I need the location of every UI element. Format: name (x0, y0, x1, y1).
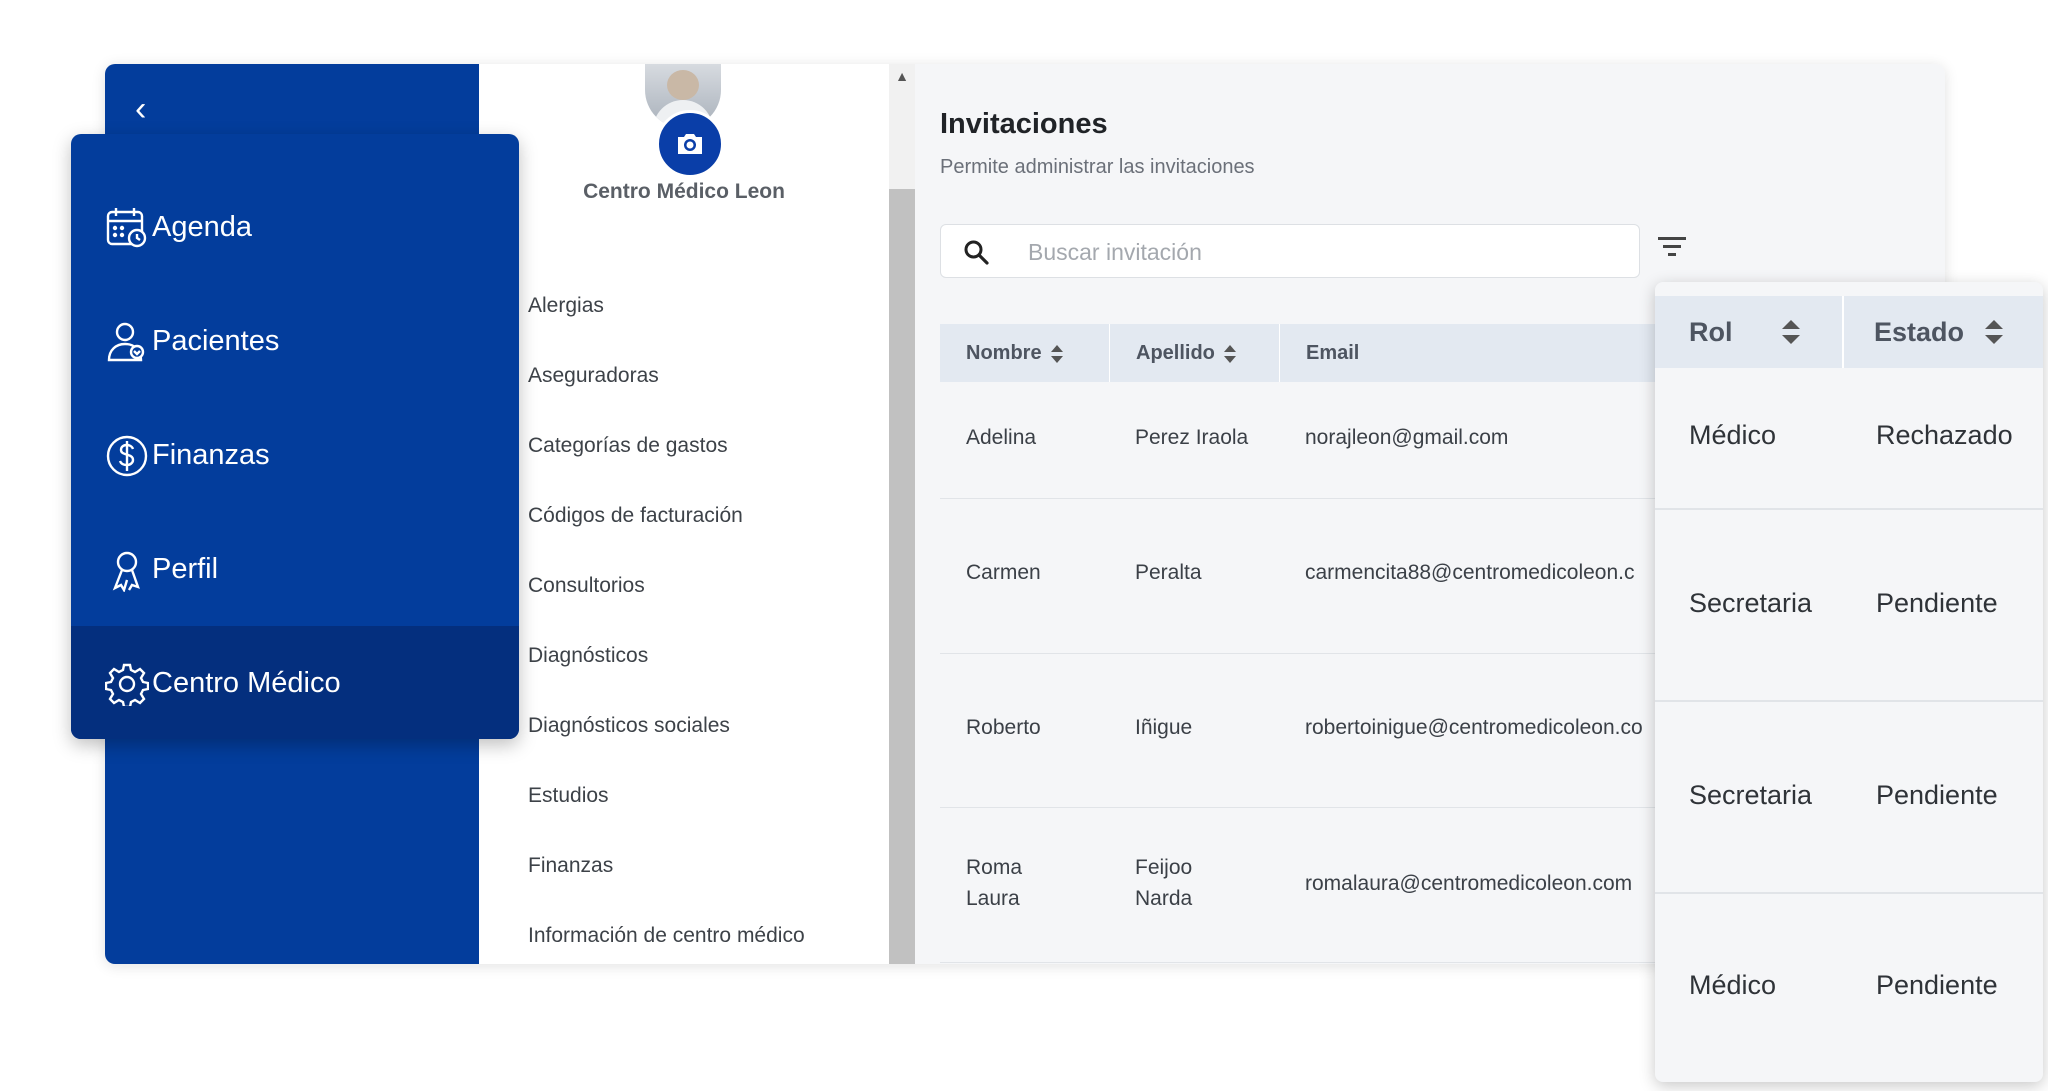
table-row[interactable]: Secretaria Pendiente (1655, 702, 2043, 894)
cell-estado: Rechazado (1876, 420, 2013, 450)
cell-apellido: Peralta (1135, 561, 1202, 584)
settings-item-aseguradoras[interactable]: Aseguradoras (528, 364, 659, 388)
nav-label: Pacientes (152, 325, 280, 357)
table-row[interactable]: Médico Pendiente (1655, 894, 2043, 1082)
cell-rol: Secretaria (1689, 588, 1813, 618)
cell-nombre: Adelina (966, 426, 1037, 449)
cell-estado: Pendiente (1876, 970, 1998, 1000)
rol-estado-header: Rol Estado (1655, 296, 2043, 368)
table-row[interactable]: Médico Rechazado (1655, 368, 2043, 510)
settings-item-codigos[interactable]: Códigos de facturación (528, 504, 743, 528)
camera-icon[interactable] (656, 110, 724, 178)
gear-icon (104, 662, 150, 709)
filter-icon[interactable] (1657, 234, 1687, 263)
cell-rol: Médico (1689, 970, 1777, 1000)
settings-item-estudios[interactable]: Estudios (528, 784, 609, 808)
nav-label: Perfil (152, 553, 219, 585)
cell-email: carmencita88@centromedicoleon.c (1305, 561, 1635, 584)
cell-rol: Secretaria (1689, 780, 1813, 810)
calendar-icon (105, 206, 149, 250)
rol-estado-panel: Rol Estado Médico Rechazado Secretaria P… (1655, 282, 2043, 1082)
cell-estado: Pendiente (1876, 588, 1998, 618)
cell-estado: Pendiente (1876, 780, 1998, 810)
back-chevron-icon[interactable]: ‹ (135, 92, 146, 126)
patient-icon (105, 320, 149, 364)
cell-apellido: Perez Iraola (1135, 426, 1249, 449)
settings-item-alergias[interactable]: Alergias (528, 294, 604, 318)
settings-item-diagnosticos-sociales[interactable]: Diagnósticos sociales (528, 714, 730, 738)
column-header-rol[interactable]: Rol (1655, 296, 1842, 368)
menu-scrollbar[interactable]: ▲ (889, 64, 915, 964)
scroll-up-icon[interactable]: ▲ (889, 68, 915, 84)
cell-email: robertoinigue@centromedicoleon.co (1305, 716, 1643, 739)
dollar-icon (105, 434, 149, 478)
nav-item-centro-medico[interactable]: Centro Médico (71, 626, 519, 739)
nav-item-agenda[interactable]: Agenda (71, 170, 519, 284)
search-input[interactable] (1026, 225, 1620, 279)
settings-item-finanzas[interactable]: Finanzas (528, 854, 613, 878)
page-title: Invitaciones (940, 108, 1108, 140)
cell-apellido: Iñigue (1135, 716, 1193, 739)
cell-nombre: Roma Laura (966, 856, 1023, 910)
column-header-nombre[interactable]: Nombre (940, 324, 1109, 382)
nav-item-perfil[interactable]: Perfil (71, 512, 519, 626)
scroll-thumb[interactable] (889, 189, 915, 964)
center-photo (639, 64, 729, 184)
search-icon (963, 239, 989, 270)
settings-item-categorias[interactable]: Categorías de gastos (528, 434, 728, 458)
cell-email: norajleon@gmail.com (1305, 426, 1509, 449)
table-row[interactable]: Secretaria Pendiente (1655, 510, 2043, 702)
nav-item-pacientes[interactable]: Pacientes (71, 284, 519, 398)
settings-item-informacion[interactable]: Información de centro médico (528, 924, 805, 948)
cell-nombre: Carmen (966, 561, 1041, 584)
sort-icon (1050, 344, 1063, 363)
nav-item-finanzas[interactable]: Finanzas (71, 398, 519, 512)
nav-label: Finanzas (152, 439, 270, 471)
nav-label: Agenda (152, 211, 252, 243)
nav-label: Centro Médico (152, 667, 341, 699)
cell-email: romalaura@centromedicoleon.com (1305, 872, 1633, 895)
page-subtitle: Permite administrar las invitaciones (940, 156, 1255, 178)
column-header-apellido[interactable]: Apellido (1109, 324, 1279, 382)
center-name: Centro Médico Leon (583, 180, 785, 203)
search-box (940, 224, 1640, 279)
cell-nombre: Roberto (966, 716, 1041, 739)
nav-panel: Agenda Pacientes Finanzas Perfil Centro … (71, 134, 519, 739)
settings-item-diagnosticos[interactable]: Diagnósticos (528, 644, 648, 668)
sort-icon (1223, 344, 1236, 363)
profile-icon (105, 548, 149, 593)
settings-menu: Centro Médico Leon Alergias Aseguradoras… (479, 64, 889, 964)
column-header-estado[interactable]: Estado (1842, 296, 2043, 368)
sort-icon (1782, 320, 1800, 344)
sort-icon (1985, 320, 2003, 344)
settings-item-consultorios[interactable]: Consultorios (528, 574, 645, 598)
cell-rol: Médico (1689, 420, 1777, 450)
cell-apellido: Feijoo Narda (1135, 856, 1193, 910)
